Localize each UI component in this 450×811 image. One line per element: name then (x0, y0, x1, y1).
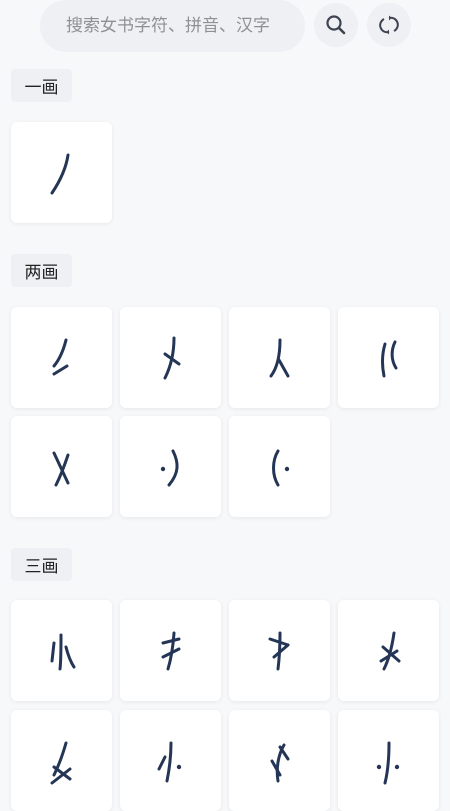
nushu-glyph (163, 336, 180, 379)
nushu-glyph (380, 340, 397, 377)
glyph-card[interactable] (11, 307, 112, 408)
search-input[interactable] (64, 15, 298, 37)
glyph-card[interactable] (120, 710, 221, 811)
glyph-card[interactable] (11, 600, 112, 701)
refresh-button[interactable] (367, 3, 411, 47)
nushu-glyph (269, 338, 289, 377)
glyph-card[interactable] (120, 600, 221, 701)
section-label-three-strokes: 三画 (11, 548, 72, 581)
nushu-glyph (161, 631, 180, 670)
nushu-glyph (157, 741, 181, 782)
glyph-card[interactable] (338, 710, 439, 811)
glyph-card[interactable] (338, 600, 439, 701)
search-button[interactable] (314, 3, 358, 47)
nushu-glyph (160, 449, 179, 486)
glyph-card[interactable] (229, 600, 330, 701)
nushu-glyph (270, 743, 289, 782)
nushu-glyph (50, 633, 75, 670)
glyph-card[interactable] (229, 416, 330, 517)
search-icon (326, 15, 346, 35)
glyph-card[interactable] (11, 416, 112, 517)
nushu-glyph (379, 631, 400, 670)
glyph-card[interactable] (11, 710, 112, 811)
refresh-icon (379, 15, 399, 35)
glyph-card[interactable] (229, 710, 330, 811)
nushu-glyph (376, 741, 399, 784)
nushu-glyph (52, 338, 68, 375)
nushu-glyph (50, 741, 71, 784)
nushu-glyph (50, 153, 69, 194)
nushu-glyph (52, 451, 69, 486)
glyph-card[interactable] (229, 307, 330, 408)
search-bar[interactable] (40, 0, 305, 52)
glyph-card[interactable] (11, 122, 112, 223)
glyph-card[interactable] (120, 307, 221, 408)
nushu-glyph (271, 449, 289, 486)
section-label-two-strokes: 两画 (11, 254, 72, 287)
nushu-glyph (268, 631, 289, 670)
section-label-one-stroke: 一画 (11, 69, 72, 102)
glyph-card[interactable] (120, 416, 221, 517)
glyph-card[interactable] (338, 307, 439, 408)
